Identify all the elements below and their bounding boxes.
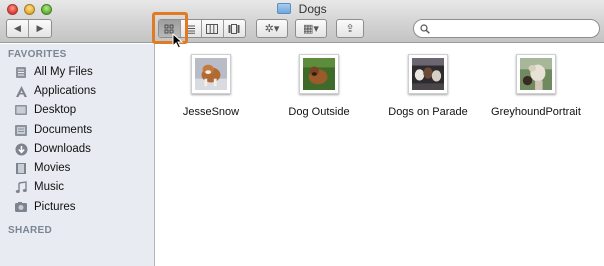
sidebar-item-label: Pictures bbox=[34, 201, 76, 213]
gear-icon: ✲▾ bbox=[264, 23, 280, 35]
file-name: GreyhoundPortrait bbox=[491, 106, 581, 118]
column-view-icon bbox=[206, 23, 219, 34]
sidebar-item-label: Movies bbox=[34, 162, 71, 174]
file-name: JesseSnow bbox=[182, 106, 240, 118]
file-item[interactable]: Dogs on Parade bbox=[373, 54, 483, 118]
back-button[interactable]: ◀ bbox=[7, 20, 29, 37]
sidebar-item-all-my-files[interactable]: All My Files bbox=[14, 64, 93, 80]
share-button[interactable]: ⇪ bbox=[336, 19, 364, 38]
window-title-bar: Dogs bbox=[0, 2, 604, 16]
folder-icon bbox=[277, 3, 292, 14]
search-field[interactable] bbox=[413, 19, 600, 38]
file-name: Dog Outside bbox=[288, 106, 350, 118]
image-thumbnail bbox=[516, 54, 556, 94]
shared-heading: SHARED bbox=[8, 225, 53, 236]
file-item[interactable]: Dog Outside bbox=[264, 54, 374, 118]
sidebar-item-downloads[interactable]: Downloads bbox=[14, 141, 91, 157]
action-menu-button[interactable]: ✲▾ bbox=[256, 19, 288, 38]
file-name: Dogs on Parade bbox=[388, 106, 468, 118]
documents-icon bbox=[14, 123, 28, 137]
image-thumbnail bbox=[191, 54, 231, 94]
window-title: Dogs bbox=[298, 2, 327, 16]
sidebar-item-label: Documents bbox=[34, 124, 93, 136]
sidebar-item-label: Applications bbox=[34, 85, 97, 97]
file-item[interactable]: GreyhoundPortrait bbox=[481, 54, 591, 118]
finder-window: Dogs ◀ ▶ ✲▾ ▦▾ ⇪ FAVORITES All My Files … bbox=[0, 0, 604, 266]
sidebar-item-applications[interactable]: Applications bbox=[14, 83, 96, 99]
image-thumbnail bbox=[299, 54, 339, 94]
search-icon bbox=[420, 23, 430, 34]
dog-photo-icon bbox=[520, 58, 552, 90]
file-browser: JesseSnow Dog Outside Dogs on Parade Gre… bbox=[156, 44, 604, 266]
navigation-buttons: ◀ ▶ bbox=[6, 19, 52, 38]
forward-arrow-icon: ▶ bbox=[36, 23, 44, 33]
share-icon: ⇪ bbox=[345, 23, 355, 35]
mouse-pointer-icon bbox=[172, 33, 184, 49]
sidebar-item-desktop[interactable]: Desktop bbox=[14, 102, 76, 118]
dog-photo-icon bbox=[303, 58, 335, 90]
arrange-menu-button[interactable]: ▦▾ bbox=[295, 19, 327, 38]
image-thumbnail bbox=[408, 54, 448, 94]
all-files-icon bbox=[14, 65, 28, 79]
sidebar: FAVORITES All My Files Applications Desk… bbox=[0, 44, 155, 266]
sidebar-item-movies[interactable]: Movies bbox=[14, 160, 70, 176]
downloads-icon bbox=[14, 142, 28, 156]
sidebar-item-label: Downloads bbox=[34, 143, 91, 155]
dog-photo-icon bbox=[412, 58, 444, 90]
column-view-button[interactable] bbox=[202, 20, 224, 37]
back-arrow-icon: ◀ bbox=[14, 23, 21, 33]
favorites-heading: FAVORITES bbox=[8, 49, 67, 60]
sidebar-item-music[interactable]: Music bbox=[14, 179, 64, 195]
coverflow-view-button[interactable] bbox=[224, 20, 245, 37]
file-item[interactable]: JesseSnow bbox=[156, 54, 266, 118]
sidebar-item-label: Music bbox=[34, 181, 65, 193]
sidebar-item-label: Desktop bbox=[34, 104, 77, 116]
sidebar-item-pictures[interactable]: Pictures bbox=[14, 199, 76, 215]
sidebar-item-documents[interactable]: Documents bbox=[14, 122, 92, 138]
arrange-icon: ▦▾ bbox=[303, 23, 319, 35]
coverflow-view-icon bbox=[228, 23, 240, 34]
toolbar: Dogs ◀ ▶ ✲▾ ▦▾ ⇪ bbox=[0, 0, 604, 43]
pictures-icon bbox=[14, 200, 28, 214]
search-input[interactable] bbox=[434, 22, 584, 35]
dog-photo-icon bbox=[195, 58, 227, 90]
sidebar-item-label: All My Files bbox=[34, 66, 93, 78]
music-icon bbox=[14, 180, 28, 194]
movies-icon bbox=[14, 161, 28, 175]
desktop-icon bbox=[14, 103, 28, 117]
applications-icon bbox=[14, 84, 28, 98]
forward-button[interactable]: ▶ bbox=[29, 20, 51, 37]
